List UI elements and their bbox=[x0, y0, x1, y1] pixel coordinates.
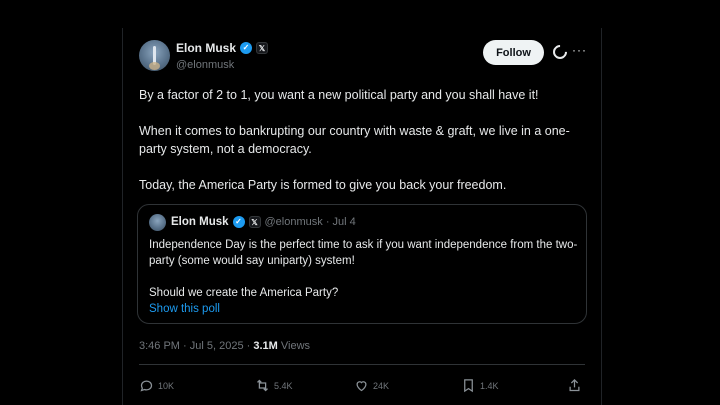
repost-count: 5.4K bbox=[274, 380, 293, 391]
post-paragraph: By a factor of 2 to 1, you want a new po… bbox=[139, 88, 539, 102]
post-timestamp[interactable]: 3:46 PM · Jul 5, 2025 · bbox=[139, 340, 253, 352]
avatar[interactable] bbox=[139, 40, 170, 71]
grok-icon[interactable] bbox=[550, 42, 570, 62]
post-paragraph: When it comes to bankrupting our country… bbox=[139, 124, 570, 156]
views-label: Views bbox=[277, 340, 311, 352]
post-text: By a factor of 2 to 1, you want a new po… bbox=[139, 86, 589, 212]
reply-button[interactable]: 10K bbox=[139, 378, 174, 393]
post-meta: 3:46 PM · Jul 5, 2025 · 3.1M Views bbox=[139, 340, 310, 352]
like-button[interactable]: 24K bbox=[354, 378, 389, 393]
share-icon bbox=[569, 378, 580, 392]
quoted-author-name: Elon Musk bbox=[171, 216, 229, 228]
divider bbox=[139, 364, 585, 365]
post-paragraph: Today, the America Party is formed to gi… bbox=[139, 178, 507, 192]
more-options-icon[interactable]: ··· bbox=[572, 43, 587, 57]
like-count: 24K bbox=[373, 380, 390, 391]
heart-icon bbox=[356, 381, 367, 392]
quoted-paragraph: Should we create the America Party? bbox=[149, 287, 339, 299]
repost-button[interactable]: 5.4K bbox=[255, 378, 293, 393]
quoted-header: Elon Musk ✓ 𝕏 @elonmusk · Jul 4 bbox=[171, 216, 356, 228]
repost-icon bbox=[257, 379, 268, 392]
reply-icon bbox=[140, 380, 153, 392]
quoted-text: Independence Day is the perfect time to … bbox=[149, 237, 579, 317]
rocket-plume-graphic bbox=[149, 62, 160, 70]
verified-icon: ✓ bbox=[240, 42, 253, 54]
quoted-paragraph: Independence Day is the perfect time to … bbox=[149, 239, 578, 267]
verified-icon: ✓ bbox=[232, 216, 245, 228]
author-name-row: Elon Musk ✓ 𝕏 bbox=[176, 41, 269, 55]
bookmark-button[interactable]: 1.4K bbox=[461, 378, 499, 393]
follow-button[interactable]: Follow bbox=[483, 40, 544, 65]
bookmark-count: 1.4K bbox=[480, 380, 499, 391]
bookmark-icon bbox=[464, 379, 473, 393]
post-card: Elon Musk ✓ 𝕏 @elonmusk Follow ··· By a … bbox=[122, 28, 602, 405]
quoted-meta: @elonmusk · Jul 4 bbox=[264, 216, 356, 228]
author-name[interactable]: Elon Musk bbox=[176, 41, 236, 55]
reply-count: 10K bbox=[158, 380, 175, 391]
action-bar: 10K 5.4K 24K 1.4K bbox=[139, 378, 585, 396]
page: Elon Musk ✓ 𝕏 @elonmusk Follow ··· By a … bbox=[0, 0, 720, 405]
x-affiliation-icon: 𝕏 bbox=[248, 216, 261, 228]
quoted-avatar bbox=[149, 214, 166, 231]
author-handle[interactable]: @elonmusk bbox=[176, 59, 234, 71]
x-affiliation-icon: 𝕏 bbox=[256, 42, 269, 54]
show-poll-link[interactable]: Show this poll bbox=[149, 303, 220, 315]
quoted-post[interactable]: Elon Musk ✓ 𝕏 @elonmusk · Jul 4 Independ… bbox=[137, 204, 587, 324]
share-button[interactable] bbox=[567, 378, 582, 393]
views-count: 3.1M bbox=[253, 340, 278, 352]
